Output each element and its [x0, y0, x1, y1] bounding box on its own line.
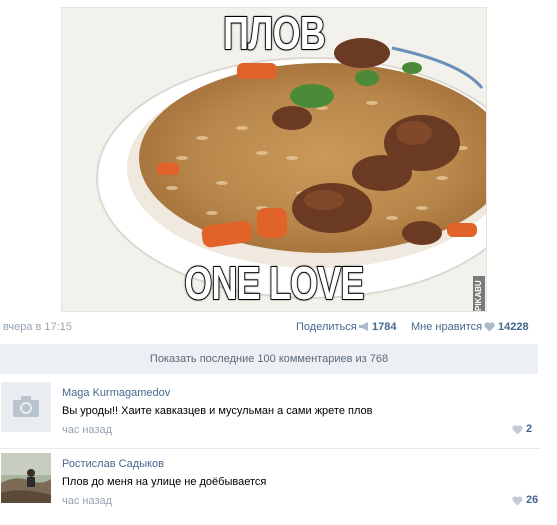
like-count[interactable]: 14228 [498, 321, 529, 333]
avatar[interactable] [1, 382, 51, 432]
post-image[interactable]: ПЛОВ ONE LOVE PIKABU [61, 7, 487, 312]
post-time[interactable]: вчера в 17:15 [3, 321, 72, 333]
post-meta-row: вчера в 17:15 Поделиться 1784 Мне нравит… [0, 318, 557, 336]
show-comments-button[interactable]: Показать последние 100 комментариев из 7… [0, 344, 538, 374]
like-button[interactable]: Мне нравится [411, 321, 482, 333]
megaphone-icon[interactable] [359, 322, 370, 331]
comment-like-count[interactable]: 26 [526, 494, 538, 506]
watermark-badge: PIKABU [473, 276, 485, 311]
share-count[interactable]: 1784 [372, 321, 396, 333]
comment-like-count[interactable]: 2 [526, 423, 532, 435]
meme-top-caption: ПЛОВ [222, 7, 326, 60]
comment-text: Вы уроды!! Хаите кавказцев и мусульман а… [62, 405, 373, 417]
heart-icon[interactable] [512, 425, 523, 435]
avatar[interactable] [1, 453, 51, 503]
comment-author[interactable]: Ростислав Садыков [62, 458, 164, 470]
camera-icon [13, 396, 39, 417]
comment-item: Maga Kurmagamedov Вы уроды!! Хаите кавка… [0, 380, 540, 449]
heart-icon[interactable] [484, 322, 495, 332]
comment-text: Плов до меня на улице не доёбывается [62, 476, 267, 488]
comment-item: Ростислав Садыков Плов до меня на улице … [0, 451, 540, 519]
meme-bottom-caption: ONE LOVE [184, 256, 366, 310]
user-photo [1, 453, 51, 503]
comment-time[interactable]: час назад [62, 424, 112, 436]
comment-time[interactable]: час назад [62, 495, 112, 507]
heart-icon[interactable] [512, 496, 523, 506]
comment-author[interactable]: Maga Kurmagamedov [62, 387, 170, 399]
share-button[interactable]: Поделиться [296, 321, 357, 333]
